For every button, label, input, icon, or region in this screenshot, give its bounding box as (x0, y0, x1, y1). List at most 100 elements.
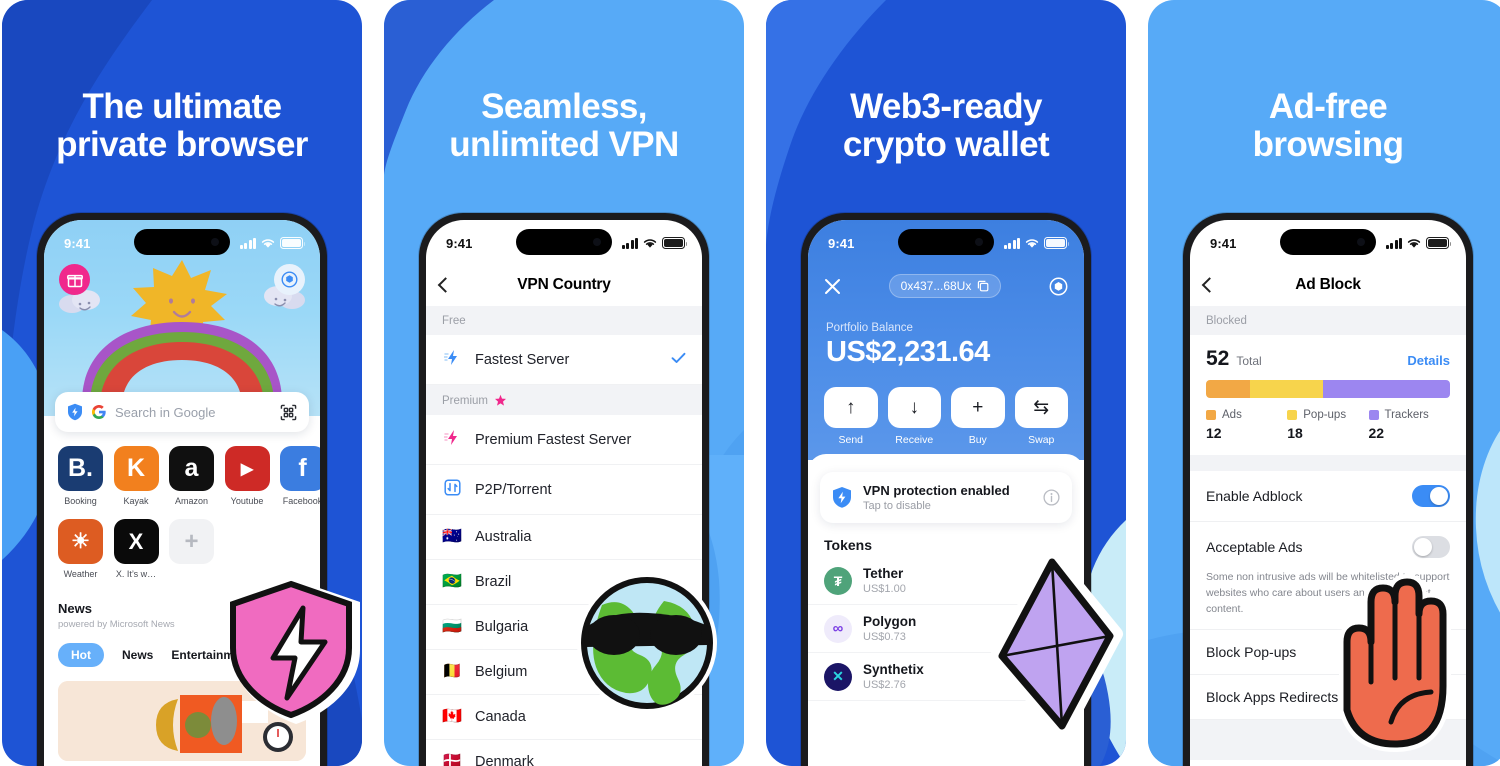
action-receive[interactable]: ↓ Receive (887, 387, 941, 446)
youtube-glyph: ▶ (240, 460, 254, 478)
section-label: Premium (442, 394, 489, 407)
dynamic-island (898, 229, 994, 255)
status-time: 9:41 (446, 235, 473, 251)
setting-label: Acceptable Ads (1206, 539, 1303, 555)
back-chevron-icon[interactable] (1201, 277, 1218, 293)
qr-scan-icon[interactable] (280, 404, 297, 421)
vpn-protection-card[interactable]: VPN protection enabled Tap to disable (820, 472, 1072, 523)
kayak-icon: K (113, 446, 159, 491)
gift-icon[interactable] (59, 264, 90, 295)
shortcut-youtube[interactable]: ▶ Youtube (224, 446, 270, 506)
legend-popups: Pop-ups 18 (1287, 409, 1368, 441)
legend-swatch-popups (1287, 410, 1298, 420)
cellular-signal-icon (1003, 237, 1020, 249)
amazon-icon: a (169, 446, 214, 491)
x-glyph: X (128, 528, 144, 554)
cellular-signal-icon (239, 237, 256, 249)
token-price: US$2.76 (863, 679, 906, 691)
shortcut-facebook[interactable]: f Facebook (280, 446, 320, 506)
shortcut-add[interactable]: + (169, 519, 214, 579)
news-tab-hot[interactable]: Hot (58, 643, 104, 667)
list-item[interactable]: Fastest Server (426, 335, 702, 385)
enable-adblock-toggle[interactable] (1412, 485, 1450, 507)
page-title: VPN Country (517, 276, 611, 293)
panel-3-headline: Web3-ready crypto wallet (842, 87, 1050, 164)
token-name: Synthetix (863, 662, 924, 677)
setting-enable-adblock[interactable]: Enable Adblock (1190, 471, 1466, 522)
token-name: Tether (863, 566, 904, 581)
dynamic-island (1280, 229, 1376, 255)
youtube-icon: ▶ (224, 446, 270, 491)
list-item-label: Belgium (475, 664, 528, 680)
legend-value: 18 (1287, 425, 1303, 441)
wallet-address-pill[interactable]: 0x437...68Ux (888, 274, 1002, 298)
shortcut-label: Amazon (174, 496, 209, 506)
blocked-total-count: 52 (1206, 347, 1230, 370)
wallet-nav-bar: 0x437...68Ux (808, 264, 1084, 308)
booking-glyph: B. (68, 454, 93, 482)
shortcut-booking[interactable]: B. Booking (58, 446, 103, 506)
list-item[interactable]: 🇦🇺 Australia (426, 515, 702, 560)
shortcut-kayak[interactable]: K Kayak (113, 446, 159, 506)
section-header-blocked: Blocked (1190, 306, 1466, 335)
wifi-icon (1025, 238, 1039, 249)
kayak-glyph: K (126, 454, 146, 482)
stop-hand-sticker (1339, 574, 1451, 752)
blocked-legend: Ads 12 Pop-ups 18 Trackers 22 (1206, 409, 1450, 441)
list-item[interactable]: P2P/Torrent (426, 465, 702, 515)
action-label: Buy (968, 434, 987, 446)
blocked-stats-card: 52 Total Details Ads 12 Pop-ups 18 Track… (1190, 335, 1466, 455)
coin-glyph: ✕ (832, 668, 844, 684)
search-placeholder-text: Search in Google (115, 404, 216, 420)
list-item-label: Australia (475, 529, 532, 545)
panel-vpn: Seamless, unlimited VPN 9:41 VPN Country… (384, 0, 744, 766)
shortcut-amazon[interactable]: a Amazon (169, 446, 214, 506)
receive-glyph: ↓ (909, 396, 920, 418)
action-swap[interactable]: ⇆ Swap (1014, 387, 1068, 446)
swap-icon: ⇆ (1014, 387, 1068, 428)
shield-gear-glyph (281, 271, 298, 288)
list-item[interactable]: 🇩🇰 Denmark (426, 740, 702, 766)
shortcut-weather[interactable]: ☀ Weather (58, 519, 103, 579)
info-icon[interactable] (1043, 489, 1060, 506)
add-shortcut-icon: + (169, 519, 214, 564)
fastest-server-icon (442, 349, 462, 370)
meter-segment-trackers (1323, 380, 1450, 398)
action-buy[interactable]: + Buy (951, 387, 1005, 446)
cool-globe-sticker (577, 573, 717, 713)
wallet-actions: ↑ Send ↓ Receive + Buy ⇆ Swap (808, 369, 1084, 446)
search-input[interactable]: Search in Google (55, 392, 309, 432)
premium-fastest-icon (442, 429, 462, 450)
action-send[interactable]: ↑ Send (824, 387, 878, 446)
list-item-label: Brazil (475, 574, 512, 590)
legend-ads: Ads 12 (1206, 409, 1287, 441)
x-icon: X (113, 519, 159, 564)
battery-icon (1426, 237, 1452, 249)
action-label: Swap (1028, 434, 1055, 446)
nav-bar-vpn: VPN Country (426, 264, 702, 306)
close-icon[interactable] (824, 278, 841, 295)
shield-settings-icon[interactable] (274, 264, 305, 295)
setting-acceptable-ads[interactable]: Acceptable Ads (1190, 522, 1466, 562)
flag-belgium-icon: 🇧🇪 (442, 663, 462, 680)
details-link[interactable]: Details (1407, 353, 1450, 368)
shortcut-x[interactable]: X X. It’s w… (113, 519, 159, 579)
list-item-label: Fastest Server (475, 351, 570, 368)
legend-value: 22 (1368, 425, 1385, 441)
premium-star-icon (495, 394, 507, 406)
list-item-label: Premium Fastest Server (475, 431, 632, 448)
acceptable-ads-toggle[interactable] (1412, 536, 1450, 558)
polygon-icon: ∞ (824, 614, 852, 643)
checkmark-icon (671, 352, 686, 368)
settings-icon[interactable] (1049, 277, 1068, 296)
back-chevron-icon[interactable] (437, 277, 454, 293)
buy-glyph: + (972, 396, 984, 418)
battery-icon (662, 237, 688, 249)
copy-icon[interactable] (977, 280, 989, 292)
panel-wallet: Web3-ready crypto wallet 9:41 0x437...68… (766, 0, 1126, 766)
battery-icon (280, 237, 306, 249)
panel-4-headline: Ad-free browsing (1252, 87, 1404, 164)
news-tab-news[interactable]: News (122, 648, 153, 662)
token-price: US$0.73 (863, 631, 906, 643)
list-item[interactable]: Premium Fastest Server (426, 415, 702, 465)
